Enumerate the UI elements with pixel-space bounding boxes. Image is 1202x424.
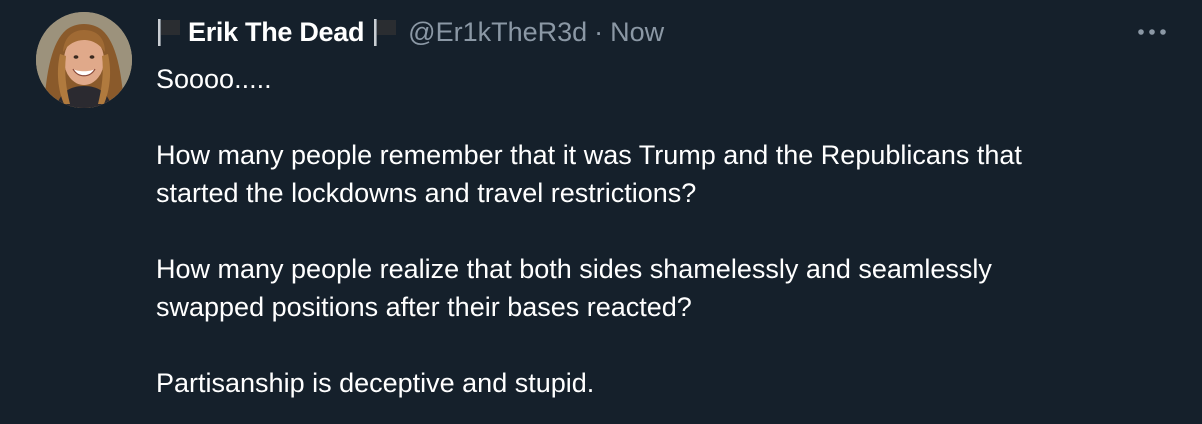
tweet-text: Soooo..... How many people remember that… xyxy=(156,60,1166,402)
tweet-text-line: swapped positions after their bases reac… xyxy=(156,292,692,322)
tweet[interactable]: Erik The Dead @Er1kTheR3d · Now Soooo...… xyxy=(0,0,1202,424)
avatar-image xyxy=(36,12,132,108)
tweet-text-line: started the lockdowns and travel restric… xyxy=(156,178,697,208)
timestamp[interactable]: Now xyxy=(610,17,664,48)
black-flag-icon xyxy=(372,17,398,47)
avatar[interactable] xyxy=(36,12,132,108)
tweet-text-line: Partisanship is deceptive and stupid. xyxy=(156,368,595,398)
separator-dot: · xyxy=(594,16,604,47)
user-handle[interactable]: @Er1kTheR3d xyxy=(408,17,587,48)
tweet-header: Erik The Dead @Er1kTheR3d · Now xyxy=(156,14,664,50)
display-name[interactable]: Erik The Dead xyxy=(188,17,364,48)
more-horizontal-icon xyxy=(1138,29,1166,35)
tweet-text-line: How many people realize that both sides … xyxy=(156,254,992,284)
tweet-text-line: Soooo..... xyxy=(156,64,272,94)
more-options-button[interactable] xyxy=(1130,20,1174,44)
tweet-text-line: How many people remember that it was Tru… xyxy=(156,140,1022,170)
black-flag-icon xyxy=(156,17,182,47)
